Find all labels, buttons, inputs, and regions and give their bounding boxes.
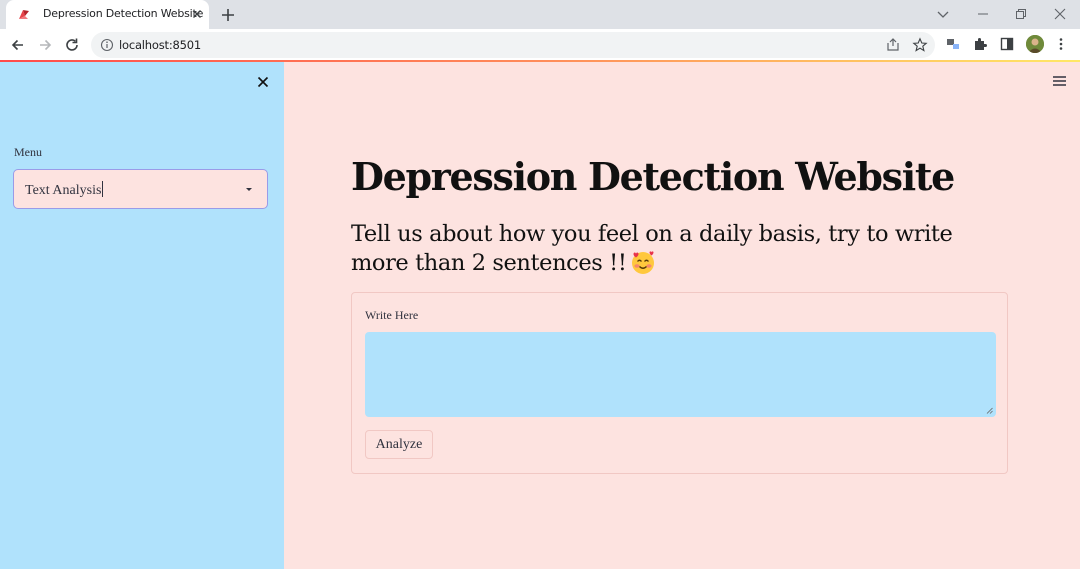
page-title: Depression Detection Website (351, 154, 955, 199)
analysis-form: Write Here Analyze (351, 292, 1008, 474)
sidebar: Menu Text Analysis (0, 62, 284, 569)
bookmark-star-icon[interactable] (912, 37, 928, 53)
site-info-icon[interactable] (100, 38, 114, 52)
extension-icon[interactable] (945, 36, 961, 52)
browser-tab-strip: Depression Detection Website (0, 0, 1080, 29)
profile-avatar[interactable] (1026, 35, 1044, 53)
tab-title: Depression Detection Website (43, 7, 204, 20)
browser-menu-icon[interactable] (1053, 36, 1069, 52)
address-bar[interactable]: localhost:8501 (91, 32, 935, 58)
menu-select[interactable]: Text Analysis (13, 169, 268, 209)
restore-icon[interactable] (1012, 5, 1030, 23)
minimize-icon[interactable] (974, 5, 992, 23)
extensions-puzzle-icon[interactable] (972, 36, 988, 52)
back-icon[interactable] (8, 35, 28, 55)
close-window-icon[interactable] (1051, 5, 1069, 23)
chevron-down-icon[interactable] (246, 188, 252, 191)
close-tab-icon[interactable] (189, 6, 205, 22)
browser-toolbar: localhost:8501 (0, 29, 1080, 60)
share-icon[interactable] (885, 37, 901, 53)
write-here-label: Write Here (365, 308, 419, 322)
close-sidebar-icon[interactable] (255, 74, 271, 90)
browser-tab[interactable]: Depression Detection Website (6, 0, 209, 29)
reload-icon[interactable] (62, 35, 82, 55)
url-text[interactable]: localhost:8501 (119, 38, 201, 52)
resize-handle-icon[interactable] (986, 407, 993, 414)
hamburger-menu-icon[interactable] (1052, 74, 1067, 88)
tab-search-icon[interactable] (934, 5, 952, 23)
profile-picture-icon (1026, 35, 1044, 53)
menu-label: Menu (14, 145, 42, 159)
new-tab-icon[interactable] (219, 6, 237, 24)
analyze-button[interactable]: Analyze (365, 430, 433, 459)
text-cursor (102, 181, 104, 197)
page-subtitle: Tell us about how you feel on a daily ba… (351, 220, 1011, 278)
streamlit-favicon-icon (19, 10, 29, 19)
menu-select-value: Text Analysis (25, 181, 104, 198)
feelings-textarea[interactable] (365, 332, 996, 417)
side-panel-icon[interactable] (999, 36, 1015, 52)
forward-icon[interactable] (35, 35, 55, 55)
smiling-face-with-hearts-icon (632, 251, 655, 274)
